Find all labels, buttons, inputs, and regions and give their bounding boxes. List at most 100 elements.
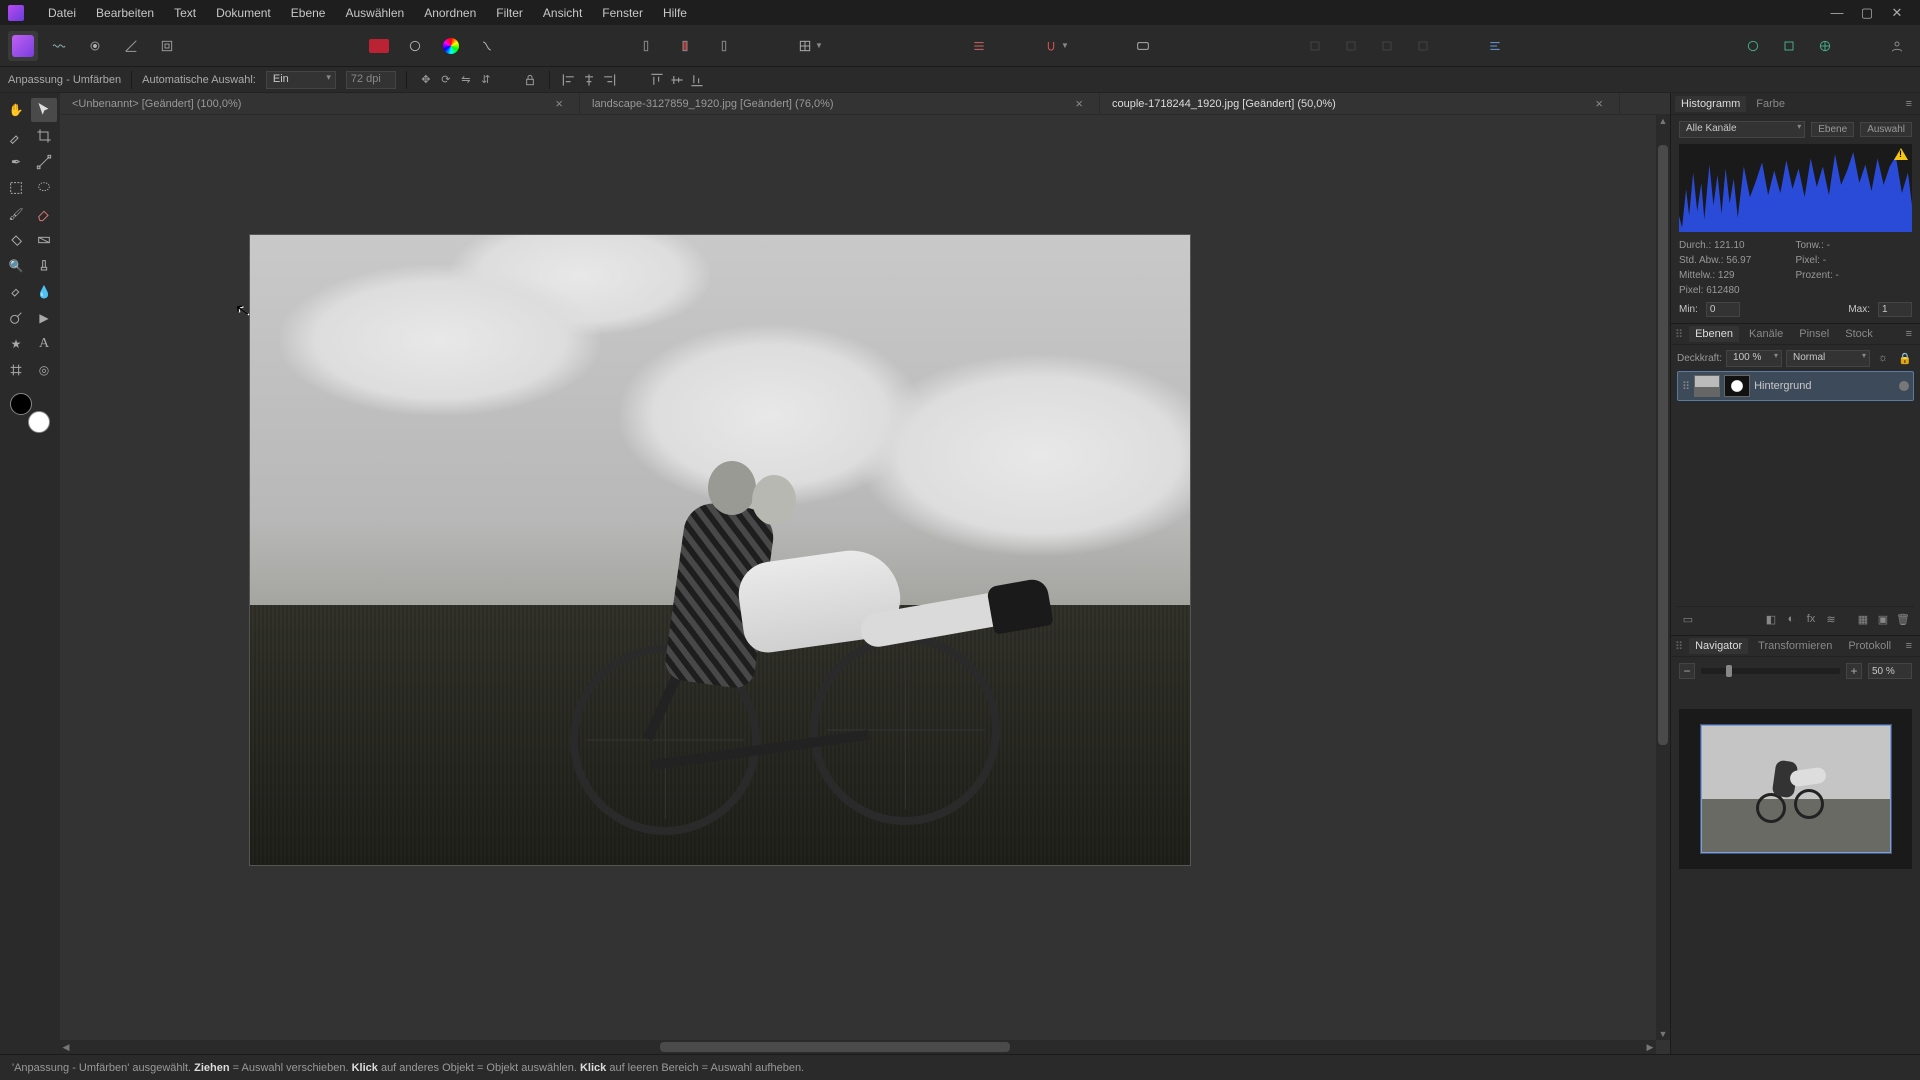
align-hcenter-icon[interactable] — [580, 71, 598, 89]
menu-hilfe[interactable]: Hilfe — [653, 2, 697, 24]
doc-tab-2-close[interactable]: × — [1071, 96, 1087, 111]
persona-develop[interactable] — [80, 31, 110, 61]
sync-icon[interactable] — [1738, 31, 1768, 61]
tab-transformieren[interactable]: Transformieren — [1752, 638, 1838, 654]
vertical-scrollbar-thumb[interactable] — [1658, 145, 1668, 745]
menu-dokument[interactable]: Dokument — [206, 2, 281, 24]
lock-children-icon[interactable] — [521, 71, 539, 89]
mask-icon[interactable] — [400, 31, 430, 61]
blend-mode-dropdown[interactable]: Normal — [1786, 350, 1870, 367]
tool-hand[interactable]: ✋ — [3, 98, 29, 122]
tool-lasso[interactable] — [31, 176, 57, 200]
menu-ebene[interactable]: Ebene — [281, 2, 336, 24]
histogram-src-ebene[interactable]: Ebene — [1811, 122, 1854, 137]
tab-pinsel[interactable]: Pinsel — [1793, 326, 1835, 342]
share-icon[interactable] — [1810, 31, 1840, 61]
align-left-icon[interactable] — [560, 71, 578, 89]
tool-fill[interactable] — [3, 228, 29, 252]
histogram-min-input[interactable] — [1706, 302, 1740, 317]
window-minimize-button[interactable]: ― — [1822, 3, 1852, 23]
tool-brush[interactable]: 🖌 — [3, 202, 29, 226]
mask-layer-button[interactable]: ◧ — [1762, 611, 1780, 627]
menu-filter[interactable]: Filter — [486, 2, 533, 24]
scroll-right-arrow[interactable]: ▶ — [1644, 1041, 1656, 1053]
transform-rotate-icon[interactable]: ⟳ — [437, 71, 455, 89]
zoom-out-button[interactable]: − — [1679, 663, 1695, 679]
adjustment-layer-button[interactable]: ◐ — [1782, 611, 1800, 627]
scroll-up-arrow[interactable]: ▲ — [1657, 115, 1669, 127]
layer-options-icon[interactable]: ☼ — [1874, 349, 1892, 367]
horizontal-scrollbar-thumb[interactable] — [660, 1042, 1010, 1052]
menu-datei[interactable]: Datei — [38, 2, 86, 24]
tool-blur[interactable]: 💧 — [31, 280, 57, 304]
tab-histogramm[interactable]: Histogramm — [1675, 96, 1746, 112]
menu-ansicht[interactable]: Ansicht — [533, 2, 592, 24]
tab-kanaele[interactable]: Kanäle — [1743, 326, 1789, 342]
tool-heal[interactable] — [3, 280, 29, 304]
horizontal-scrollbar[interactable]: ◀ ▶ — [60, 1040, 1656, 1054]
tool-gradient[interactable] — [31, 228, 57, 252]
layer-lock-icon[interactable]: 🔒 — [1896, 349, 1914, 367]
transform-flip-v-icon[interactable]: ⇵ — [477, 71, 495, 89]
foreground-color-swatch[interactable] — [28, 411, 50, 433]
color-swatches[interactable] — [10, 393, 50, 433]
align-right-icon[interactable] — [600, 71, 618, 89]
window-maximize-button[interactable]: ▢ — [1852, 3, 1882, 23]
background-color-swatch[interactable] — [10, 393, 32, 415]
fx-icon[interactable] — [472, 31, 502, 61]
tool-zoom[interactable]: 🔍 — [3, 254, 29, 278]
preview-icon[interactable] — [1128, 31, 1158, 61]
histogram-src-auswahl[interactable]: Auswahl — [1860, 122, 1912, 137]
tool-node[interactable] — [31, 150, 57, 174]
align-bottom-icon[interactable] — [688, 71, 706, 89]
snap-center-icon[interactable] — [670, 31, 700, 61]
group-layer-button[interactable]: ▣ — [1874, 611, 1892, 627]
doc-tab-1-close[interactable]: × — [551, 96, 567, 111]
zoom-in-button[interactable]: + — [1846, 663, 1862, 679]
navigator-panel-menu[interactable]: ≡ — [1902, 640, 1916, 652]
swatch-red-button[interactable] — [364, 31, 394, 61]
delete-layer-button[interactable]: 🗑 — [1894, 611, 1912, 627]
zoom-slider-thumb[interactable] — [1726, 665, 1732, 677]
zoom-slider[interactable] — [1701, 668, 1840, 674]
menu-fenster[interactable]: Fenster — [592, 2, 653, 24]
account-icon[interactable] — [1882, 31, 1912, 61]
scroll-down-arrow[interactable]: ▼ — [1657, 1028, 1669, 1040]
navigator-thumbnail[interactable] — [1679, 709, 1912, 869]
snap-right-icon[interactable] — [706, 31, 736, 61]
tool-pen[interactable]: ✒ — [3, 150, 29, 174]
tab-ebenen[interactable]: Ebenen — [1689, 326, 1739, 342]
histogram-max-input[interactable] — [1878, 302, 1912, 317]
snap-left-icon[interactable] — [634, 31, 664, 61]
tool-vector[interactable]: ▶ — [31, 306, 57, 330]
doc-tab-3-close[interactable]: × — [1591, 96, 1607, 111]
assistant-icon[interactable] — [1480, 31, 1510, 61]
doc-tab-3[interactable]: couple-1718244_1920.jpg [Geändert] (50,0… — [1100, 93, 1620, 114]
scroll-left-arrow[interactable]: ◀ — [60, 1041, 72, 1053]
persona-photo[interactable] — [8, 31, 38, 61]
tool-mesh[interactable] — [3, 358, 29, 382]
tab-protokoll[interactable]: Protokoll — [1842, 638, 1897, 654]
auto-select-dropdown[interactable]: Ein — [266, 71, 336, 89]
layer-preview-toggle[interactable]: ▭ — [1679, 611, 1697, 627]
tab-stock[interactable]: Stock — [1839, 326, 1879, 342]
menu-auswaehlen[interactable]: Auswählen — [335, 2, 414, 24]
fx-layer-button[interactable]: fx — [1802, 611, 1820, 627]
align-vcenter-icon[interactable] — [668, 71, 686, 89]
snap-dropdown[interactable]: ▼ — [1036, 31, 1076, 61]
align-panel-icon[interactable] — [964, 31, 994, 61]
window-close-button[interactable]: ✕ — [1882, 3, 1912, 23]
doc-tab-2[interactable]: landscape-3127859_1920.jpg [Geändert] (7… — [580, 93, 1100, 114]
transform-flip-h-icon[interactable]: ⇋ — [457, 71, 475, 89]
tool-stamp[interactable] — [31, 254, 57, 278]
dpi-field[interactable]: 72 dpi — [346, 71, 396, 89]
histogram-channel-dropdown[interactable]: Alle Kanäle — [1679, 121, 1805, 138]
tab-farbe[interactable]: Farbe — [1750, 96, 1791, 112]
doc-tab-1[interactable]: <Unbenannt> [Geändert] (100,0%) × — [60, 93, 580, 114]
tool-target[interactable]: ◎ — [31, 358, 57, 382]
persona-tone[interactable] — [116, 31, 146, 61]
live-filter-button[interactable]: ≋ — [1822, 611, 1840, 627]
tool-colorpicker[interactable] — [3, 124, 29, 148]
vertical-scrollbar[interactable]: ▲ ▼ — [1656, 115, 1670, 1040]
align-top-icon[interactable] — [648, 71, 666, 89]
